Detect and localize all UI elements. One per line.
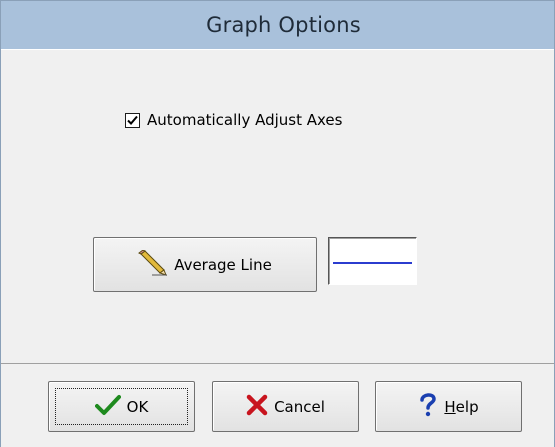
- auto-adjust-checkbox[interactable]: [125, 112, 140, 128]
- auto-adjust-option[interactable]: Automatically Adjust Axes: [125, 111, 342, 129]
- help-label-rest: elp: [455, 397, 479, 416]
- dialog-content: Automatically Adjust Axes Average Line: [1, 49, 554, 363]
- help-button[interactable]: Help: [375, 381, 522, 432]
- dialog-title: Graph Options: [206, 13, 361, 37]
- ok-button[interactable]: OK: [48, 381, 195, 432]
- x-icon: [246, 394, 268, 420]
- checkmark-glyph-icon: [127, 115, 138, 125]
- average-line-label: Average Line: [174, 255, 272, 274]
- button-bar: OK Cancel Help: [1, 363, 554, 447]
- cancel-label: Cancel: [274, 397, 325, 416]
- average-line-button[interactable]: Average Line: [93, 237, 317, 292]
- auto-adjust-label: Automatically Adjust Axes: [147, 111, 343, 129]
- graph-options-dialog: Graph Options Automatically Adjust Axes …: [0, 0, 555, 447]
- average-line-color-swatch[interactable]: [328, 237, 417, 285]
- help-label: Help: [444, 398, 478, 416]
- cancel-button[interactable]: Cancel: [212, 381, 359, 432]
- average-line-sample: [333, 262, 412, 264]
- focus-rectangle: [55, 388, 188, 425]
- title-bar: Graph Options: [1, 1, 554, 49]
- question-icon: [418, 392, 438, 422]
- pencil-icon: [138, 248, 168, 280]
- help-mnemonic: H: [444, 397, 456, 416]
